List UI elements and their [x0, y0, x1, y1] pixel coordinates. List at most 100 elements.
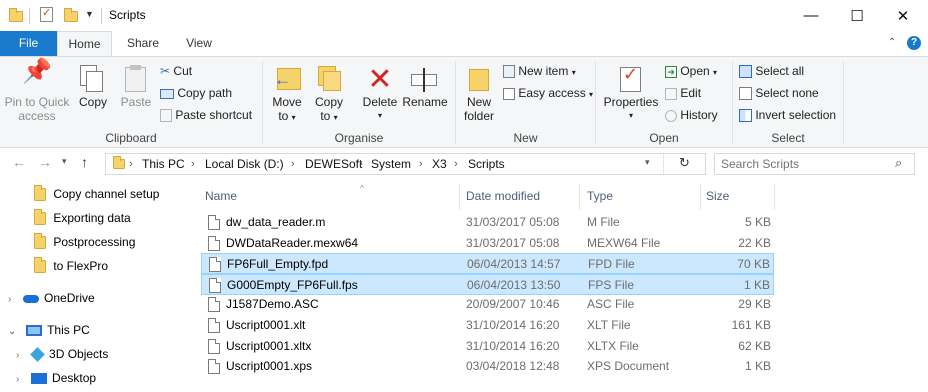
file-row[interactable]: DWDataReader.mexw64 31/03/2017 05:08 MEXW6…: [201, 233, 774, 254]
file-size: 161 KB: [731, 318, 771, 332]
tab-home[interactable]: Home: [57, 31, 112, 57]
nav-item-desktop[interactable]: › Desktop: [16, 366, 96, 390]
file-date-modified: 31/10/2014 16:20: [466, 318, 560, 332]
back-arrow-icon[interactable]: ←: [12, 154, 26, 170]
file-type: MEXW64 File: [587, 236, 661, 250]
tab-file[interactable]: File: [0, 31, 57, 56]
breadcrumb-chevron-icon[interactable]: ›: [419, 154, 423, 174]
nav-item-onedrive[interactable]: › OneDrive: [8, 286, 95, 310]
file-row[interactable]: FP6Full_Empty.fpd 06/04/2013 14:57 FPD Fil…: [201, 253, 774, 274]
column-divider[interactable]: [700, 184, 701, 210]
breadcrumb-dewesoft[interactable]: DEWESoft: [305, 154, 362, 174]
file-type: ASC File: [587, 297, 635, 311]
close-icon: ✕: [896, 7, 910, 25]
properties-quick-button[interactable]: ✓: [40, 7, 56, 25]
copy-button[interactable]: Copy: [75, 65, 111, 109]
address-dropdown-chevron-icon[interactable]: ▾: [645, 157, 650, 168]
column-header-size[interactable]: Size: [706, 186, 729, 206]
nav-item-this-pc[interactable]: ⌄ This PC: [8, 318, 90, 342]
up-arrow-icon[interactable]: ↑: [81, 154, 88, 170]
forward-arrow-icon[interactable]: →: [38, 154, 52, 170]
open-label: Open: [680, 64, 710, 78]
properties-button[interactable]: ✓ Properties ▾: [601, 65, 661, 123]
move-to-button[interactable]: ← Move to ▾: [268, 65, 306, 125]
column-header-name[interactable]: Name: [205, 186, 237, 206]
file-icon: [208, 339, 220, 354]
file-row[interactable]: Uscript0001.xlt 31/10/2014 16:20 XLT File 1…: [201, 315, 774, 336]
invert-selection-button[interactable]: Invert selection: [739, 106, 836, 124]
delete-button[interactable]: ✕ Delete ▾: [360, 65, 400, 123]
file-row[interactable]: J1587Demo.ASC 20/09/2007 10:46 ASC File 29 …: [201, 294, 774, 315]
recent-locations-chevron-icon[interactable]: ▾: [62, 156, 67, 167]
file-size: 22 KB: [738, 236, 771, 250]
nav-item-to-flexpro[interactable]: to FlexPro: [34, 254, 108, 278]
new-folder-button[interactable]: New folder: [458, 65, 500, 123]
copy-to-button[interactable]: Copy to ▾: [310, 65, 348, 125]
column-header-type[interactable]: Type: [587, 186, 613, 206]
collapse-chevron-icon[interactable]: ⌄: [8, 326, 16, 337]
help-icon[interactable]: ?: [907, 36, 921, 50]
new-item-button[interactable]: New item ▾: [503, 62, 576, 80]
paste-button[interactable]: Paste: [117, 65, 155, 109]
new-item-icon: [503, 65, 515, 79]
nav-item-postprocessing[interactable]: Postprocessing: [34, 230, 135, 254]
expand-chevron-icon[interactable]: ›: [16, 374, 19, 385]
pin-to-quick-access-button[interactable]: 📌 Pin to Quick access: [3, 60, 71, 124]
history-icon: [665, 109, 677, 122]
expand-chevron-icon[interactable]: ›: [16, 350, 19, 361]
open-button[interactable]: ➜ Open ▾: [665, 62, 717, 80]
tab-view[interactable]: View: [175, 31, 223, 56]
breadcrumb-chevron-icon[interactable]: ›: [191, 154, 195, 174]
file-icon: [208, 297, 220, 312]
collapse-ribbon-chevron-icon[interactable]: ⌃: [888, 37, 896, 48]
history-button[interactable]: History: [665, 106, 718, 124]
expand-chevron-icon[interactable]: ›: [8, 294, 11, 305]
breadcrumb-chevron-icon[interactable]: ›: [291, 154, 295, 174]
select-none-button[interactable]: Select none: [739, 84, 819, 102]
rename-button[interactable]: Rename: [402, 65, 448, 109]
address-bar[interactable]: › This PC › Local Disk (D:) › DEWESoft ›…: [105, 153, 706, 175]
rename-icon: [402, 65, 448, 95]
copy-to-icon: [310, 65, 348, 95]
file-row[interactable]: dw_data_reader.m 31/03/2017 05:08 M File 5 …: [201, 212, 774, 233]
column-header-date-modified[interactable]: Date modified: [466, 186, 540, 206]
file-row[interactable]: G000Empty_FP6Full.fps 06/04/2013 13:50 FPS…: [201, 274, 774, 295]
copy-path-button[interactable]: Copy path: [160, 84, 232, 102]
breadcrumb-x3[interactable]: X3: [432, 154, 447, 174]
breadcrumb-scripts[interactable]: Scripts: [468, 154, 505, 174]
refresh-icon[interactable]: ↻: [679, 155, 690, 171]
file-row[interactable]: Uscript0001.xltx 31/10/2014 16:20 XLTX Fil…: [201, 336, 774, 357]
maximize-button[interactable]: ☐: [834, 0, 880, 31]
breadcrumb-chevron-icon[interactable]: ›: [454, 154, 458, 174]
nav-item-exporting-data[interactable]: Exporting data: [34, 206, 131, 230]
paste-shortcut-button[interactable]: Paste shortcut: [160, 106, 252, 124]
column-divider[interactable]: [579, 184, 580, 210]
breadcrumb-this-pc[interactable]: This PC: [142, 154, 185, 174]
file-size: 70 KB: [737, 257, 770, 271]
breadcrumb-chevron-icon[interactable]: ›: [359, 154, 363, 174]
file-row[interactable]: Uscript0001.xps 03/04/2018 12:48 XPS Docum…: [201, 356, 774, 377]
close-button[interactable]: ✕: [880, 0, 926, 31]
nav-item-label: Postprocessing: [53, 235, 136, 249]
tab-share[interactable]: Share: [118, 31, 168, 56]
breadcrumb-chevron-icon[interactable]: ›: [129, 154, 133, 174]
new-folder-quick-button[interactable]: [64, 7, 80, 25]
pin-label: Pin to Quick: [4, 95, 70, 109]
edit-button[interactable]: Edit: [665, 84, 701, 102]
breadcrumb-system[interactable]: System: [371, 154, 411, 174]
select-all-button[interactable]: Select all: [739, 62, 804, 80]
search-box[interactable]: ⌕: [714, 153, 915, 175]
easy-access-button[interactable]: Easy access ▾: [503, 84, 593, 102]
nav-item-copy-channel-setup[interactable]: Copy channel setup: [34, 182, 159, 206]
nav-item-3d-objects[interactable]: › 3D Objects: [16, 342, 108, 366]
column-divider[interactable]: [459, 184, 460, 210]
navigation-pane: Copy channel setup Exporting data Postpr…: [0, 180, 188, 385]
breadcrumb-local-disk[interactable]: Local Disk (D:): [205, 154, 284, 174]
cut-button[interactable]: ✂ Cut: [160, 62, 192, 80]
customize-qat-chevron-icon[interactable]: ▼: [85, 9, 94, 19]
select-all-icon: [739, 65, 752, 79]
column-divider[interactable]: [774, 184, 775, 210]
search-input[interactable]: [721, 156, 891, 172]
file-size: 5 KB: [744, 215, 771, 229]
minimize-button[interactable]: —: [788, 0, 834, 31]
